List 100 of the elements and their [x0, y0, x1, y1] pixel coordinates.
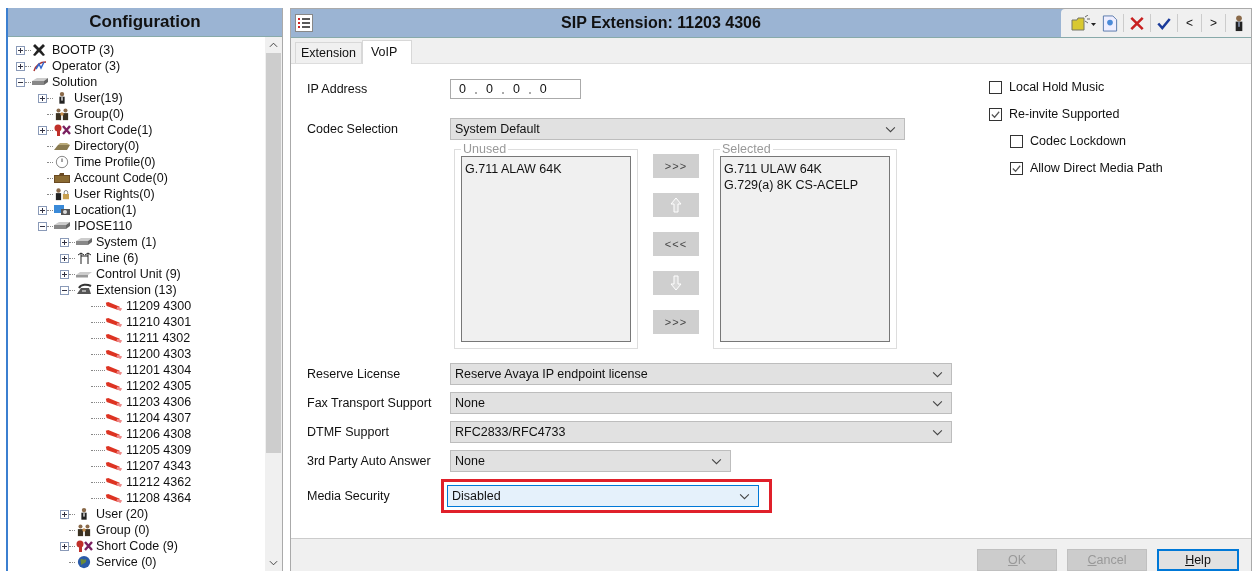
expand-toggle[interactable] — [38, 125, 47, 135]
tree-item[interactable]: Directory(0) — [74, 139, 140, 153]
expand-toggle[interactable] — [60, 285, 69, 295]
tree-item[interactable]: 11211 4302 — [126, 331, 191, 345]
expand-toggle[interactable] — [38, 205, 47, 215]
tree-item[interactable]: BOOTP (3) — [52, 43, 115, 57]
chevron-down-icon — [932, 370, 943, 378]
tree-item[interactable]: 11205 4309 — [126, 443, 192, 457]
list-item[interactable]: G.711 ALAW 64K — [465, 161, 627, 177]
delete-icon[interactable] — [1128, 14, 1145, 32]
shortcode-icon — [53, 123, 71, 137]
document-icon[interactable] — [1101, 14, 1118, 32]
checkbox[interactable] — [989, 80, 1002, 94]
cable-icon — [105, 475, 123, 489]
dropdown[interactable]: Disabled — [447, 485, 759, 507]
tree-item[interactable]: Account Code(0) — [74, 171, 168, 185]
expand-toggle[interactable] — [38, 93, 47, 103]
dropdown[interactable]: None — [450, 450, 731, 472]
chevron-down-icon — [932, 399, 943, 407]
arrow-down-icon — [670, 275, 682, 291]
checkbox[interactable] — [1010, 134, 1023, 148]
dialog-button[interactable]: Help — [1157, 549, 1239, 571]
field-label: DTMF Support — [307, 425, 390, 439]
expand-toggle[interactable] — [60, 509, 69, 519]
tree-item[interactable]: 11209 4300 — [126, 299, 192, 313]
tree-item[interactable]: User (20) — [96, 507, 149, 521]
group-icon — [75, 523, 93, 537]
expand-toggle[interactable] — [16, 61, 25, 71]
chevron-down-icon — [885, 125, 896, 133]
expand-toggle[interactable] — [16, 77, 25, 87]
tab[interactable]: VoIP — [361, 40, 413, 64]
tree-item[interactable]: Location(1) — [74, 203, 137, 217]
cable-icon — [105, 491, 123, 505]
list-item[interactable]: G.729(a) 8K CS-ACELP — [724, 177, 886, 193]
new-folder-button[interactable] — [1070, 15, 1097, 31]
panel-header: Configuration — [8, 8, 282, 37]
expand-toggle[interactable] — [60, 269, 69, 279]
menu-icon[interactable] — [295, 14, 313, 32]
dropdown[interactable]: System Default — [450, 118, 905, 140]
tree-item[interactable]: 11202 4305 — [126, 379, 192, 393]
tree-item[interactable]: Solution — [52, 75, 98, 89]
editor-title: SIP Extension: 11203 4306 — [560, 14, 762, 32]
expand-toggle[interactable] — [60, 237, 69, 247]
cable-icon — [105, 347, 123, 361]
tree-item[interactable]: 11206 4308 — [126, 427, 192, 441]
checkbox[interactable] — [989, 107, 1002, 121]
tree-item[interactable]: 11208 4364 — [126, 491, 192, 505]
group-label: Unused — [462, 142, 508, 156]
tree-item[interactable]: Time Profile(0) — [74, 155, 156, 169]
tree-item[interactable]: 11200 4303 — [126, 347, 192, 361]
field-label: 3rd Party Auto Answer — [307, 454, 432, 468]
tree-item[interactable]: Short Code(1) — [74, 123, 153, 137]
location-icon — [53, 203, 71, 217]
tree-item[interactable]: 11207 4343 — [126, 459, 192, 473]
tree-item[interactable]: System (1) — [96, 235, 157, 249]
arrow-up-icon — [670, 197, 682, 213]
tree-item[interactable]: IPOSE110 — [74, 219, 133, 233]
expand-toggle[interactable] — [60, 541, 69, 551]
move-button[interactable]: <<< — [653, 232, 699, 256]
phone-icon — [75, 283, 93, 297]
tree-item[interactable]: Line (6) — [96, 251, 139, 265]
checkbox-label: Local Hold Music — [1009, 80, 1105, 94]
scroll-down-icon[interactable] — [269, 560, 278, 566]
scroll-up-icon[interactable] — [269, 42, 278, 48]
checkbox-label: Codec Lockdown — [1030, 134, 1126, 148]
ip-address-field[interactable]: 0 0 0 0 — [450, 79, 581, 99]
move-button[interactable]: >>> — [653, 154, 699, 178]
cable-icon — [105, 379, 123, 393]
cable-icon — [105, 427, 123, 441]
navigation-button[interactable]: < — [1182, 16, 1196, 30]
list-box[interactable]: G.711 ULAW 64K G.729(a) 8K CS-ACELP — [720, 156, 890, 342]
expand-toggle[interactable] — [16, 45, 25, 55]
tab[interactable]: Extension — [295, 42, 362, 63]
scrollbar[interactable] — [265, 37, 282, 571]
navigation-button[interactable]: > — [1207, 16, 1220, 30]
tree-item[interactable]: Control Unit (9) — [96, 267, 181, 281]
dropdown[interactable]: RFC2833/RFC4733 — [450, 421, 952, 443]
tree-item[interactable]: Group(0) — [74, 107, 125, 121]
dropdown[interactable]: None — [450, 392, 952, 414]
tree-item[interactable]: User(19) — [74, 91, 123, 105]
list-box[interactable]: G.711 ALAW 64K — [461, 156, 631, 342]
expand-toggle[interactable] — [38, 221, 47, 231]
tree-item[interactable]: User Rights(0) — [74, 187, 155, 201]
tree-item[interactable]: Operator (3) — [52, 59, 121, 73]
tree-item[interactable]: Service (0) — [96, 555, 157, 569]
chevron-down-icon — [739, 492, 750, 500]
checkbox[interactable] — [1010, 161, 1023, 175]
tree-item[interactable]: 11212 4362 — [126, 475, 192, 489]
tree-item[interactable]: Short Code (9) — [96, 539, 178, 553]
tree-item[interactable]: 11204 4307 — [126, 411, 192, 425]
tree-item[interactable]: Group (0) — [96, 523, 150, 537]
list-item[interactable]: G.711 ULAW 64K — [724, 161, 886, 177]
tree-item[interactable]: 11201 4304 — [126, 363, 192, 377]
tree-item[interactable]: Extension (13) — [96, 283, 177, 297]
tree-item[interactable]: 11210 4301 — [126, 315, 192, 329]
field-label: Codec Selection — [307, 122, 400, 136]
expand-toggle[interactable] — [60, 253, 69, 263]
tree-item[interactable]: 11203 4306 — [126, 395, 192, 409]
dropdown[interactable]: Reserve Avaya IP endpoint license — [450, 363, 952, 385]
move-button[interactable]: >>> — [653, 310, 699, 334]
